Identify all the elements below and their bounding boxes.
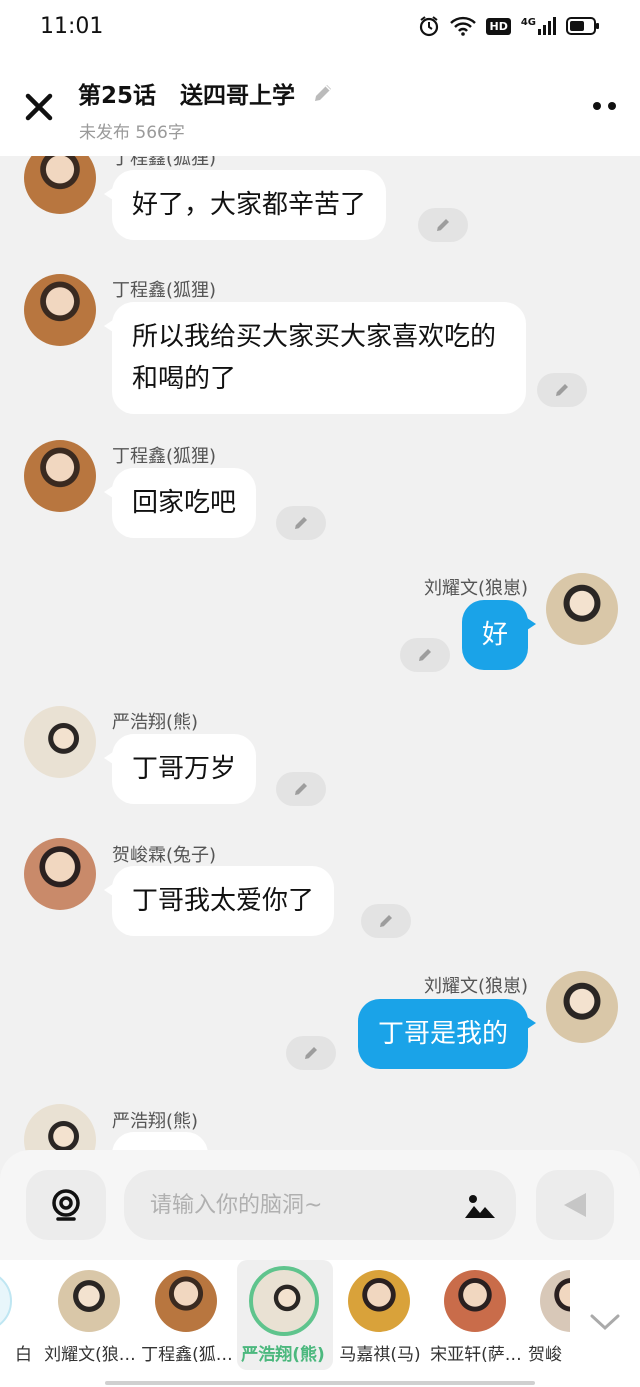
role-name: 严浩翔(熊) [241, 1345, 325, 1365]
status-bar: 11:01 HD 4G [0, 0, 640, 56]
send-icon [564, 1193, 586, 1217]
status-icons: HD 4G [418, 15, 600, 37]
role-item[interactable]: 丁程鑫(狐… [141, 1260, 237, 1370]
role-avatar [348, 1270, 410, 1332]
header: 第25话 送四哥上学 未发布 566字 [0, 56, 640, 156]
pencil-icon[interactable] [311, 81, 335, 105]
message-sender: 丁程鑫(狐狸) [112, 446, 217, 467]
wifi-icon [450, 16, 477, 36]
close-icon[interactable] [22, 90, 56, 124]
voice-icon [52, 1189, 80, 1221]
message-bubble[interactable]: 好 [461, 600, 537, 670]
avatar[interactable] [546, 971, 618, 1043]
role-item[interactable]: 宋亚轩(萨… [430, 1260, 526, 1370]
pencil-icon [556, 384, 568, 396]
pencil-icon [419, 649, 431, 661]
chat-area[interactable]: 丁程鑫(狐狸) 好了，大家都辛苦了 丁程鑫(狐狸) 所以我给买大家买大家喜欢吃的… [0, 156, 640, 1156]
role-avatar [0, 1270, 12, 1332]
role-name: 马嘉祺(马) [339, 1345, 421, 1365]
avatar[interactable] [24, 1104, 96, 1156]
role-avatar [155, 1270, 217, 1332]
alarm-icon [420, 16, 439, 37]
send-button[interactable] [536, 1170, 614, 1240]
role-name: 贺峻 [528, 1345, 562, 1365]
message-input[interactable] [124, 1170, 516, 1240]
edit-message-button[interactable] [400, 638, 450, 672]
message-bubble[interactable]: 回家吃吧 [103, 468, 257, 538]
message-bubble[interactable]: 丁哥我太爱你了 [103, 866, 335, 936]
network-label: 4G [520, 17, 536, 28]
avatar[interactable] [24, 156, 96, 214]
role-item[interactable]: 刘耀文(狼… [44, 1260, 140, 1370]
avatar[interactable] [24, 838, 96, 910]
pencil-icon [380, 915, 392, 927]
role-item[interactable]: 马嘉祺(马) [334, 1260, 430, 1370]
hd-icon: HD [486, 17, 511, 35]
battery-icon [566, 17, 599, 35]
avatar[interactable] [24, 440, 96, 512]
role-selector: 白 刘耀文(狼… 丁程鑫(狐… 严浩翔(熊) 马嘉祺(马) 宋亚轩(萨… 贺峻 [0, 1260, 640, 1387]
avatar[interactable] [24, 274, 96, 346]
status-time: 11:01 [40, 14, 104, 39]
role-item[interactable]: 贺峻 [526, 1260, 570, 1370]
role-name: 丁程鑫(狐… [141, 1345, 233, 1365]
home-indicator [105, 1381, 535, 1385]
message-sender: 丁程鑫(狐狸) [112, 156, 217, 169]
pencil-icon [295, 517, 307, 529]
edit-message-button[interactable] [418, 208, 468, 242]
pencil-icon [295, 783, 307, 795]
more-icon[interactable] [593, 102, 616, 110]
voice-button[interactable] [26, 1170, 106, 1240]
role-item[interactable]: 白 [0, 1260, 32, 1370]
message-sender: 刘耀文(狼崽) [423, 578, 528, 599]
message-bubble[interactable]: 所以我给买大家买大家喜欢吃的和喝的了 [104, 302, 526, 414]
edit-message-button[interactable] [537, 373, 587, 407]
message-bubble[interactable]: 好了，大家都辛苦了 [103, 170, 387, 240]
message-sender: 严浩翔(熊) [112, 712, 199, 733]
message-sender: 刘耀文(狼崽) [423, 976, 528, 997]
title-row: 第25话 送四哥上学 [78, 76, 335, 110]
avatar[interactable] [546, 573, 618, 645]
message-bubble[interactable]: 丁哥是我的 [357, 999, 537, 1069]
edit-message-button[interactable] [286, 1036, 336, 1070]
page-subtitle: 未发布 566字 [79, 123, 185, 143]
pencil-icon [437, 219, 449, 231]
role-name: 刘耀文(狼… [44, 1345, 136, 1365]
role-avatar [444, 1270, 506, 1332]
role-name: 白 [15, 1345, 32, 1365]
signal-icon: 4G [521, 17, 556, 35]
chevron-down-icon[interactable] [588, 1308, 622, 1334]
input-bar [0, 1150, 640, 1260]
role-avatar [540, 1270, 570, 1332]
pencil-icon [305, 1047, 317, 1059]
edit-message-button[interactable] [361, 904, 411, 938]
message-sender: 丁程鑫(狐狸) [112, 280, 217, 301]
image-icon[interactable] [463, 1192, 497, 1220]
avatar[interactable] [24, 706, 96, 778]
message-sender: 贺峻霖(兔子) [112, 845, 217, 866]
message-sender: 严浩翔(熊) [112, 1111, 199, 1132]
edit-message-button[interactable] [276, 772, 326, 806]
role-name: 宋亚轩(萨… [430, 1345, 522, 1365]
role-avatar [249, 1266, 319, 1336]
message-bubble[interactable]: 丁哥万岁 [103, 734, 257, 804]
edit-message-button[interactable] [276, 506, 326, 540]
role-avatar [58, 1270, 120, 1332]
page-title: 第25话 送四哥上学 [78, 83, 296, 109]
role-item-active[interactable]: 严浩翔(熊) [237, 1260, 333, 1370]
